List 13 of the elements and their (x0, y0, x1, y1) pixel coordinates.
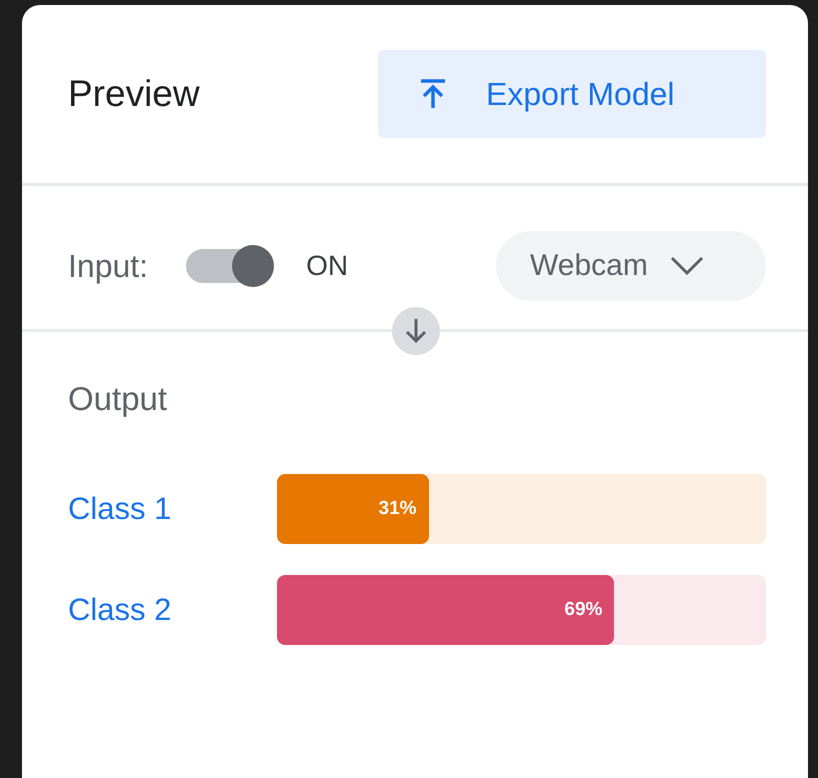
upload-icon (418, 78, 448, 110)
preview-title: Preview (68, 73, 200, 115)
export-model-button[interactable]: Export Model (378, 50, 766, 138)
output-title: Output (68, 380, 168, 418)
class-label: Class 1 (68, 491, 172, 527)
percentage-text: 69% (564, 599, 604, 621)
webcam-dropdown[interactable]: Webcam (496, 231, 766, 301)
arrow-down-icon (392, 307, 440, 355)
chevron-down-icon (670, 256, 704, 276)
percentage-text: 31% (378, 498, 418, 520)
class-label: Class 2 (68, 592, 172, 628)
input-label: Input: (68, 248, 148, 284)
toggle-label: ON (306, 250, 348, 282)
